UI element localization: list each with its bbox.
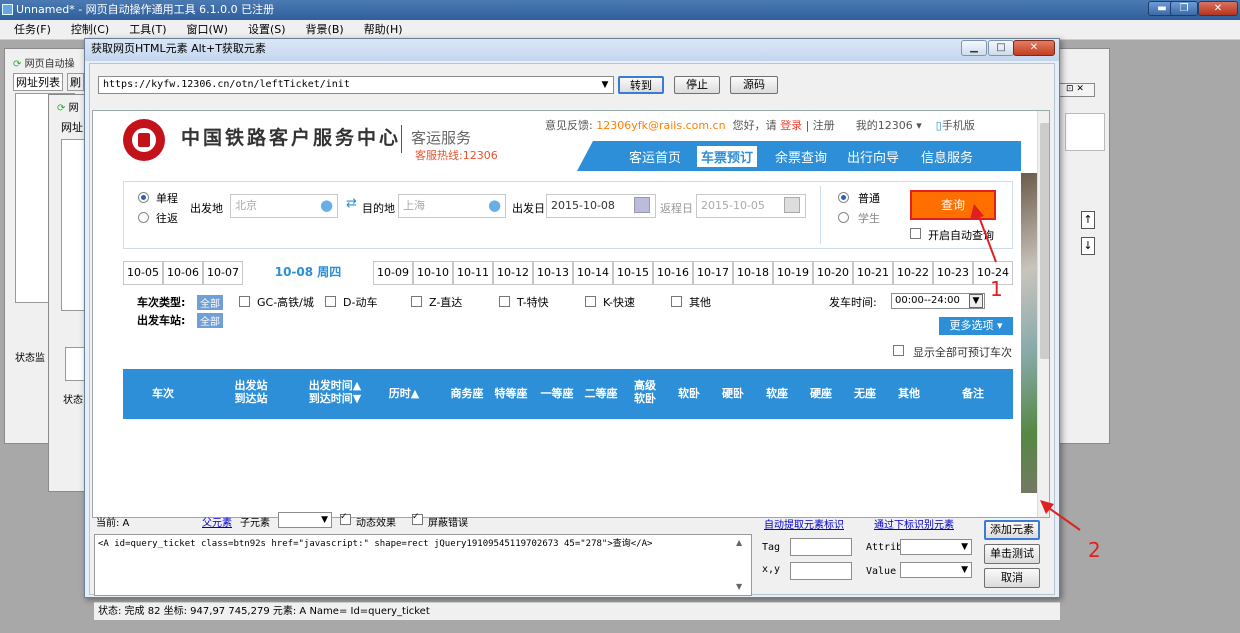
annotation-arrowhead-2: [1040, 500, 1054, 514]
annotation-arrow-1: [977, 213, 997, 263]
annotation-arrows: [970, 204, 1081, 531]
annotation-arrowhead-1: [970, 204, 984, 220]
annotation-label-1: 1: [990, 277, 1003, 301]
annotation-arrow-2: [1045, 505, 1081, 531]
annotation-label-2: 2: [1088, 538, 1101, 562]
